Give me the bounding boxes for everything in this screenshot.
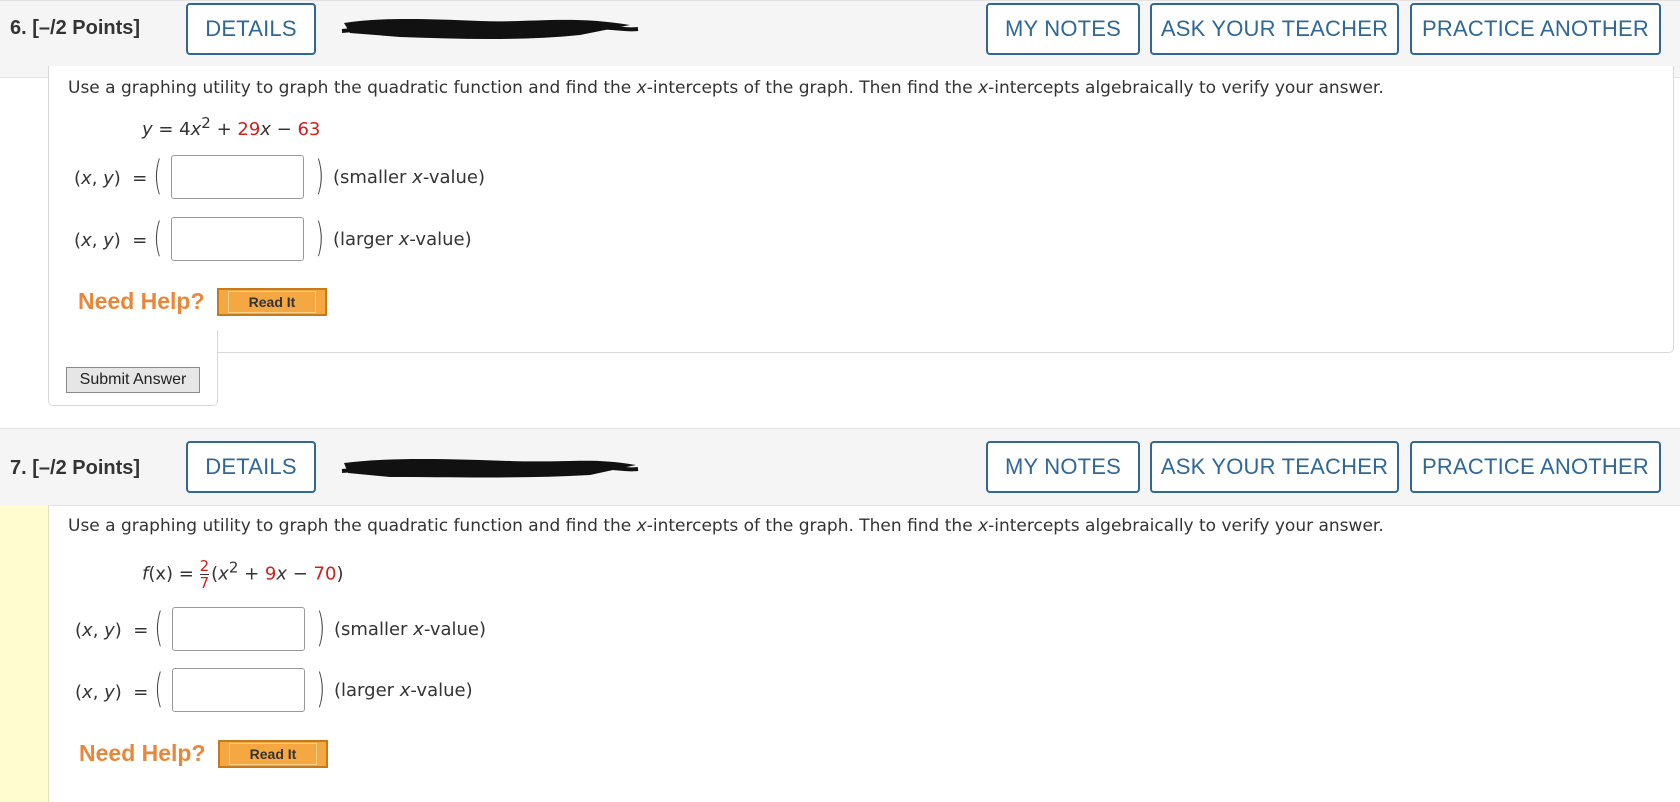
q6-redacted-scribble <box>341 19 639 39</box>
q7-answer1-open-paren: ( <box>154 605 164 651</box>
q7-answer2-label: (x, y) = <box>75 682 149 703</box>
q7-answer1-hint: (smaller x-value) <box>334 619 487 640</box>
q6-smaller-x-input[interactable] <box>171 155 304 199</box>
q7-redacted-scribble <box>341 459 639 478</box>
q6-submit-button[interactable]: Submit Answer <box>66 367 200 393</box>
q7-answer1-label: (x, y) = <box>75 620 149 641</box>
q7-equation: f(x) = 2 7 (x2 + 9x − 70) <box>142 557 344 592</box>
q6-title: 6. [–/2 Points] <box>10 17 141 39</box>
q6-equation: y = 4x2 + 29x − 63 <box>142 114 321 140</box>
q6-answer1-label: (x, y) = <box>74 168 148 189</box>
q6-answer1-hint: (smaller x-value) <box>333 167 486 188</box>
q7-title: 7. [–/2 Points] <box>10 457 141 479</box>
q6-ask-teacher-button[interactable]: ASK YOUR TEACHER <box>1150 3 1399 55</box>
q6-answer1-open-paren: ( <box>153 153 163 199</box>
q6-details-button[interactable]: DETAILS <box>186 3 316 55</box>
q6-answer2-hint: (larger x-value) <box>333 229 472 250</box>
q7-status-bar <box>0 505 49 802</box>
q7-answer2-close-paren: ) <box>316 666 326 712</box>
q7-answer2-hint: (larger x-value) <box>334 680 473 701</box>
q7-larger-x-input[interactable] <box>172 668 305 712</box>
q7-answer2-open-paren: ( <box>154 666 164 712</box>
q6-my-notes-button[interactable]: MY NOTES <box>986 3 1140 55</box>
q7-prompt: Use a graphing utility to graph the quad… <box>68 516 1384 536</box>
q7-read-it-button[interactable]: Read It <box>218 740 328 768</box>
q7-need-help: Need Help? <box>79 740 206 766</box>
q7-ask-teacher-button[interactable]: ASK YOUR TEACHER <box>1150 441 1399 493</box>
q6-read-it-button[interactable]: Read It <box>217 288 327 316</box>
q7-practice-another-button[interactable]: PRACTICE ANOTHER <box>1410 441 1661 493</box>
q7-header: 7. [–/2 Points] DETAILS MY NOTES ASK YOU… <box>0 428 1680 506</box>
q6-answer1-close-paren: ) <box>315 153 325 199</box>
q7-details-button[interactable]: DETAILS <box>186 441 316 493</box>
q6-answer2-close-paren: ) <box>315 215 325 261</box>
q6-answer2-label: (x, y) = <box>74 230 148 251</box>
q6-answer2-open-paren: ( <box>153 215 163 261</box>
q6-prompt: Use a graphing utility to graph the quad… <box>68 78 1384 98</box>
q7-my-notes-button[interactable]: MY NOTES <box>986 441 1140 493</box>
q6-need-help: Need Help? <box>78 288 205 314</box>
q7-answer1-close-paren: ) <box>316 605 326 651</box>
q6-larger-x-input[interactable] <box>171 217 304 261</box>
q7-smaller-x-input[interactable] <box>172 607 305 651</box>
q6-practice-another-button[interactable]: PRACTICE ANOTHER <box>1410 3 1661 55</box>
